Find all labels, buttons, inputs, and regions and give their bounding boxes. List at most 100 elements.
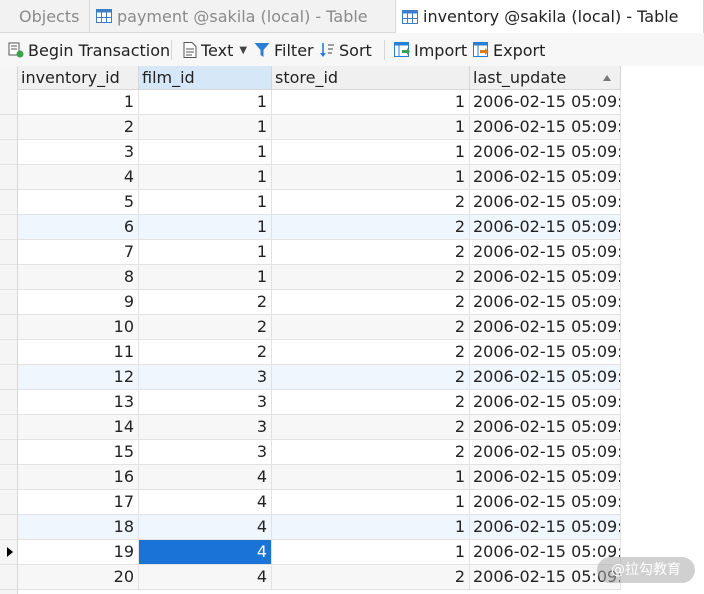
cell-film-id[interactable]: 3	[139, 390, 272, 415]
cell-inventory-id[interactable]: 1	[18, 90, 139, 115]
cell-inventory-id[interactable]: 2	[18, 115, 139, 140]
cell-store-id[interactable]: 1	[272, 540, 470, 565]
export-button[interactable]: Export	[473, 33, 545, 67]
cell-inventory-id[interactable]: 7	[18, 240, 139, 265]
row-header[interactable]	[0, 365, 17, 390]
cell-last-update[interactable]: 2006-02-15 05:09:17	[470, 440, 621, 465]
cell-inventory-id[interactable]: 4	[18, 165, 139, 190]
cell-inventory-id[interactable]: 13	[18, 390, 139, 415]
cell-last-update[interactable]: 2006-02-15 05:09:17	[470, 140, 621, 165]
cell-store-id[interactable]: 2	[272, 390, 470, 415]
cell-film-id[interactable]: 4	[139, 565, 272, 590]
table-row[interactable]: 16412006-02-15 05:09:17	[0, 465, 704, 490]
column-header-film-id[interactable]: film_id	[139, 66, 272, 90]
cell-film-id[interactable]: 1	[139, 140, 272, 165]
table-row[interactable]: 18412006-02-15 05:09:17	[0, 515, 704, 540]
row-header[interactable]	[0, 215, 17, 240]
cell-last-update[interactable]: 2006-02-15 05:09:17	[470, 365, 621, 390]
cell-last-update[interactable]: 2006-02-15 05:09:17	[470, 490, 621, 515]
cell-film-id[interactable]: 1	[139, 190, 272, 215]
table-row[interactable]: 9222006-02-15 05:09:17	[0, 290, 704, 315]
table-row[interactable]: 1112006-02-15 05:09:17	[0, 90, 704, 115]
cell-film-id[interactable]: 1	[139, 115, 272, 140]
table-row[interactable]: 17412006-02-15 05:09:17	[0, 490, 704, 515]
table-row[interactable]: 14322006-02-15 05:09:17	[0, 415, 704, 440]
cell-store-id[interactable]: 2	[272, 265, 470, 290]
row-header[interactable]	[0, 315, 17, 340]
cell-film-id[interactable]: 3	[139, 440, 272, 465]
cell-last-update[interactable]: 2006-02-15 05:09:17	[470, 240, 621, 265]
cell-last-update[interactable]: 2006-02-15 05:09:17	[470, 190, 621, 215]
cell-last-update[interactable]: 2006-02-15 05:09:17	[470, 290, 621, 315]
cell-film-id[interactable]: 3	[139, 415, 272, 440]
cell-film-id[interactable]: 4	[139, 490, 272, 515]
cell-film-id[interactable]: 2	[139, 290, 272, 315]
table-row[interactable]: 15322006-02-15 05:09:17	[0, 440, 704, 465]
cell-last-update[interactable]: 2006-02-15 05:09:17	[470, 215, 621, 240]
cell-inventory-id[interactable]: 3	[18, 140, 139, 165]
cell-film-id[interactable]: 1	[139, 240, 272, 265]
cell-store-id[interactable]: 1	[272, 490, 470, 515]
cell-inventory-id[interactable]: 14	[18, 415, 139, 440]
table-row[interactable]: 7122006-02-15 05:09:17	[0, 240, 704, 265]
cell-inventory-id[interactable]: 20	[18, 565, 139, 590]
cell-store-id[interactable]: 2	[272, 415, 470, 440]
cell-last-update[interactable]: 2006-02-15 05:09:17	[470, 165, 621, 190]
cell-inventory-id[interactable]: 6	[18, 215, 139, 240]
cell-store-id[interactable]: 2	[272, 215, 470, 240]
cell-inventory-id[interactable]: 15	[18, 440, 139, 465]
cell-last-update[interactable]: 2006-02-15 05:09:17	[470, 340, 621, 365]
cell-last-update[interactable]: 2006-02-15 05:09:17	[470, 265, 621, 290]
row-header[interactable]	[0, 465, 17, 490]
tab-inventory-table[interactable]: inventory @sakila (local) - Table	[396, 0, 704, 33]
table-row[interactable]: 2112006-02-15 05:09:17	[0, 115, 704, 140]
cell-last-update[interactable]: 2006-02-15 05:09:17	[470, 90, 621, 115]
row-header[interactable]	[0, 165, 17, 190]
cell-film-id[interactable]: 1	[139, 265, 272, 290]
cell-film-id[interactable]: 1	[139, 90, 272, 115]
data-grid[interactable]: inventory_id film_id store_id last_updat…	[0, 66, 704, 594]
row-header[interactable]	[0, 490, 17, 515]
table-row[interactable]: 19412006-02-15 05:09:17	[0, 540, 704, 565]
cell-last-update[interactable]: 2006-02-15 05:09:17	[470, 115, 621, 140]
cell-inventory-id[interactable]: 11	[18, 340, 139, 365]
cell-store-id[interactable]: 2	[272, 315, 470, 340]
cell-film-id[interactable]: 2	[139, 340, 272, 365]
cell-store-id[interactable]: 2	[272, 365, 470, 390]
sort-button[interactable]: Sort	[319, 33, 372, 67]
row-header[interactable]	[0, 565, 17, 590]
row-header[interactable]	[0, 190, 17, 215]
cell-store-id[interactable]: 1	[272, 465, 470, 490]
cell-inventory-id[interactable]: 12	[18, 365, 139, 390]
row-header[interactable]	[0, 390, 17, 415]
row-header[interactable]	[0, 340, 17, 365]
cell-inventory-id[interactable]: 10	[18, 315, 139, 340]
row-header[interactable]	[0, 115, 17, 140]
column-header-last-update[interactable]: last_update	[470, 66, 621, 90]
filter-button[interactable]: Filter	[254, 33, 314, 67]
row-header[interactable]	[0, 515, 17, 540]
text-button[interactable]: Text ▼	[183, 33, 247, 67]
cell-inventory-id[interactable]: 17	[18, 490, 139, 515]
tab-payment-table[interactable]: payment @sakila (local) - Table	[90, 0, 396, 32]
cell-film-id[interactable]: 4	[139, 540, 272, 565]
table-row[interactable]: 3112006-02-15 05:09:17	[0, 140, 704, 165]
table-row[interactable]: 13322006-02-15 05:09:17	[0, 390, 704, 415]
cell-store-id[interactable]: 2	[272, 340, 470, 365]
table-row[interactable]: 6122006-02-15 05:09:17	[0, 215, 704, 240]
cell-store-id[interactable]: 2	[272, 190, 470, 215]
cell-store-id[interactable]: 2	[272, 240, 470, 265]
cell-last-update[interactable]: 2006-02-15 05:09:17	[470, 540, 621, 565]
row-header[interactable]	[0, 415, 17, 440]
cell-film-id[interactable]: 2	[139, 315, 272, 340]
column-header-store-id[interactable]: store_id	[272, 66, 470, 90]
cell-film-id[interactable]: 1	[139, 215, 272, 240]
tab-objects[interactable]: Objects	[0, 0, 90, 32]
cell-film-id[interactable]: 3	[139, 365, 272, 390]
cell-inventory-id[interactable]: 8	[18, 265, 139, 290]
import-button[interactable]: Import	[394, 33, 467, 67]
cell-store-id[interactable]: 2	[272, 440, 470, 465]
table-row[interactable]: 11222006-02-15 05:09:17	[0, 340, 704, 365]
cell-store-id[interactable]: 1	[272, 140, 470, 165]
cell-store-id[interactable]: 1	[272, 515, 470, 540]
